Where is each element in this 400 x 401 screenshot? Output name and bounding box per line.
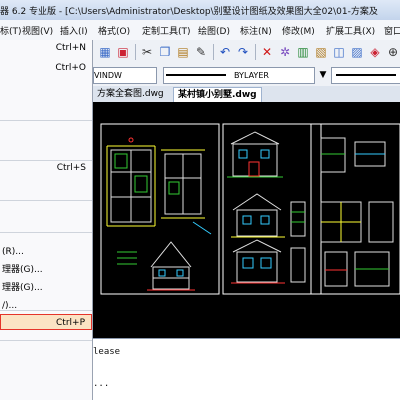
linetype-swatch	[166, 74, 226, 76]
design-center-icon[interactable]: ▧	[313, 44, 329, 60]
file-menu-dropdown: Ctrl+N Ctrl+O Ctrl+S (R)... 理器(G)... 理器(…	[0, 40, 93, 400]
cad-drawing	[93, 123, 400, 338]
block-icon[interactable]: ▨	[349, 44, 365, 60]
canvas-lower-area	[93, 302, 400, 338]
shortcut-label: Ctrl+N	[55, 43, 86, 53]
zoom-icon[interactable]: ⊕	[385, 44, 400, 60]
window-title: 器 6.2 专业版 - [C:\Users\Administrator\Desk…	[0, 7, 378, 17]
menu-insert[interactable]: 插入(I)	[60, 24, 88, 37]
tab-label: 方案全套图.dwg	[97, 89, 164, 99]
menu-separator	[0, 340, 92, 341]
print-icon[interactable]: ▣	[115, 44, 131, 60]
chevron-down-icon[interactable]: ▼	[315, 67, 331, 83]
menu-item-new[interactable]: Ctrl+N	[0, 40, 92, 56]
section-drawing	[117, 241, 195, 291]
shortcut-label: Ctrl+S	[56, 163, 86, 173]
title-bar: 器 6.2 专业版 - [C:\Users\Administrator\Desk…	[0, 0, 400, 21]
menu-item-manager-1[interactable]: 理器(G)...	[0, 262, 92, 278]
menu-format[interactable]: 格式(O)	[98, 24, 130, 37]
menu-file-fragment[interactable]: 标(T)	[0, 24, 22, 37]
drawing-canvas[interactable]	[93, 102, 400, 338]
preview-icon[interactable]: ▦	[97, 44, 113, 60]
menu-item-recover[interactable]: (R)...	[0, 244, 92, 260]
shortcut-label: Ctrl+O	[55, 63, 86, 73]
floor-plan-a	[106, 137, 156, 227]
command-line[interactable]: lease ...	[93, 338, 400, 401]
properties-toolbar: VINDW BYLAYER ▼	[93, 64, 400, 87]
paste-icon[interactable]: ▤	[175, 44, 191, 60]
menu-bar: 标(T) 视图(V) 插入(I) 格式(O) 定制工具(T) 绘图(D) 标注(…	[0, 20, 400, 41]
linetype-combo[interactable]: BYLAYER	[163, 67, 315, 84]
copy-icon[interactable]: ❐	[157, 44, 173, 60]
undo-icon[interactable]: ↶	[217, 44, 233, 60]
menu-separator	[0, 232, 92, 233]
tab-village-villa[interactable]: 某村镇小别墅.dwg	[173, 87, 262, 102]
layer-icon[interactable]: ◫	[331, 44, 347, 60]
elevation-front	[227, 131, 283, 178]
command-history-line: lease	[93, 347, 121, 357]
toolbar-separator	[255, 44, 256, 60]
layer-combo-value: VINDW	[94, 71, 122, 80]
command-prompt[interactable]: ...	[93, 379, 109, 389]
menu-draw[interactable]: 绘图(D)	[198, 24, 230, 37]
document-tabs: 方案全套图.dwg 某村镇小别墅.dwg	[93, 86, 400, 103]
redo-icon[interactable]: ↷	[235, 44, 251, 60]
elevation-side	[231, 193, 306, 238]
menu-view[interactable]: 视图(V)	[22, 24, 53, 37]
lineweight-swatch	[336, 74, 396, 76]
tab-label: 某村镇小别墅.dwg	[178, 90, 257, 100]
menu-separator	[0, 200, 92, 201]
menu-item-save[interactable]: Ctrl+S	[0, 160, 92, 176]
linetype-value: BYLAYER	[234, 71, 269, 80]
help-icon[interactable]: ◈	[367, 44, 383, 60]
menu-separator	[0, 310, 92, 311]
menu-dimension[interactable]: 标注(N)	[240, 24, 272, 37]
explode-icon[interactable]: ✲	[277, 44, 293, 60]
menu-extend-tools[interactable]: 扩展工具(X)	[326, 24, 375, 37]
menu-window[interactable]: 窗口	[384, 24, 400, 37]
menu-item-print[interactable]: Ctrl+P	[0, 314, 92, 330]
tab-scheme-drawings[interactable]: 方案全套图.dwg	[93, 87, 168, 101]
menu-item-view[interactable]: /)...	[0, 298, 92, 314]
layer-combo[interactable]: VINDW	[93, 67, 157, 84]
menu-item-open[interactable]: Ctrl+O	[0, 60, 92, 76]
match-properties-icon[interactable]: ✎	[193, 44, 209, 60]
detail-drawings	[320, 137, 394, 287]
menu-custom-tools[interactable]: 定制工具(T)	[142, 24, 191, 37]
floor-plan-b	[161, 149, 212, 235]
toolbar-separator	[213, 44, 214, 60]
delete-icon[interactable]: ✕	[259, 44, 275, 60]
menu-separator	[0, 120, 92, 121]
elevation-rear	[231, 239, 306, 284]
cut-icon[interactable]: ✂	[139, 44, 155, 60]
lineweight-combo[interactable]	[331, 67, 400, 84]
menu-item-manager-2[interactable]: 理器(G)...	[0, 280, 92, 296]
sheet-border	[222, 123, 322, 295]
shortcut-label: Ctrl+P	[56, 318, 85, 328]
toolbar-separator	[135, 44, 136, 60]
standard-toolbar: ▦ ▣ ✂ ❐ ▤ ✎ ↶ ↷ ✕ ✲ ▥ ▧ ◫ ▨ ◈ ⊕	[93, 40, 400, 65]
menu-modify[interactable]: 修改(M)	[282, 24, 315, 37]
properties-icon[interactable]: ▥	[295, 44, 311, 60]
